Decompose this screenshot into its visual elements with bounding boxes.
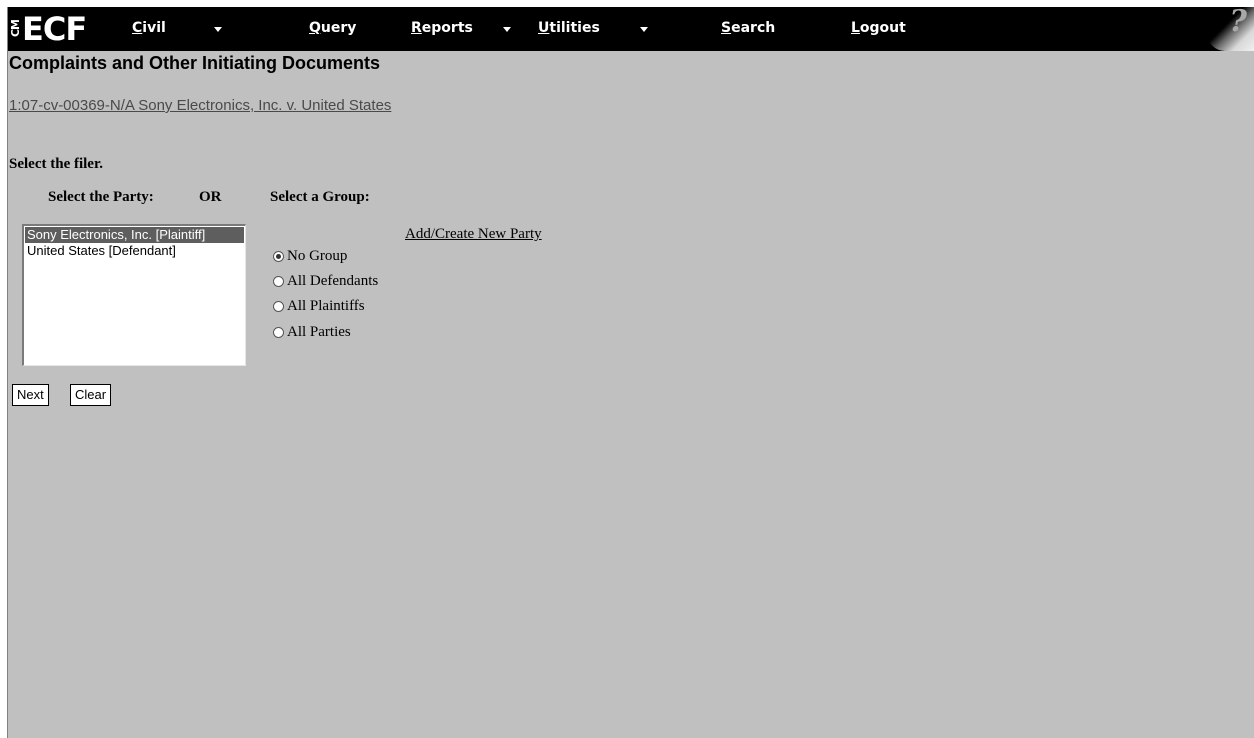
select-group-label: Select a Group: bbox=[270, 189, 370, 205]
menu-search-label: earch bbox=[731, 20, 776, 36]
radio-checked-icon[interactable] bbox=[273, 251, 284, 262]
menu-reports-accesskey: R bbox=[411, 20, 422, 36]
menu-query-accesskey: Q bbox=[309, 20, 321, 36]
party-listbox[interactable]: Sony Electronics, Inc. [Plaintiff] Unite… bbox=[22, 224, 246, 366]
help-icon: ? bbox=[1229, 7, 1247, 39]
radio-icon[interactable] bbox=[273, 327, 284, 338]
next-button[interactable]: Next bbox=[12, 384, 49, 406]
or-label: OR bbox=[199, 189, 222, 205]
radio-icon[interactable] bbox=[273, 276, 284, 287]
group-radio-label: All Plaintiffs bbox=[287, 298, 365, 314]
menu-search[interactable]: Search bbox=[721, 20, 775, 36]
group-radio-label: All Defendants bbox=[287, 273, 379, 289]
case-number-link[interactable]: 1:07-cv-00369-N/A Sony Electronics, Inc.… bbox=[9, 97, 391, 114]
menu-reports-label: eports bbox=[421, 20, 473, 36]
page-frame: CM ECF Civil Query Reports Utilities Sea… bbox=[7, 7, 1254, 738]
menu-logout-label: ogout bbox=[859, 20, 906, 36]
menu-query-label: uery bbox=[320, 20, 357, 36]
logo-cm: CM bbox=[9, 20, 22, 38]
civil-dropdown-icon[interactable] bbox=[214, 27, 222, 32]
group-radio-no-group[interactable]: No Group bbox=[273, 248, 347, 265]
select-party-label: Select the Party: bbox=[48, 189, 154, 205]
menu-bar: CM ECF Civil Query Reports Utilities Sea… bbox=[8, 7, 1254, 51]
reports-dropdown-icon[interactable] bbox=[503, 27, 511, 32]
utilities-dropdown-icon[interactable] bbox=[640, 27, 648, 32]
select-filer-prompt: Select the filer. bbox=[9, 156, 103, 172]
menu-logout-accesskey: L bbox=[851, 20, 860, 36]
menu-utilities[interactable]: Utilities bbox=[538, 20, 600, 36]
group-radio-label: No Group bbox=[287, 248, 348, 264]
radio-icon[interactable] bbox=[273, 301, 284, 312]
menu-search-accesskey: S bbox=[721, 20, 732, 36]
add-create-party-link[interactable]: Add/Create New Party bbox=[405, 226, 542, 243]
menu-civil-accesskey: C bbox=[132, 20, 143, 36]
page-title: Complaints and Other Initiating Document… bbox=[9, 53, 381, 73]
menu-reports[interactable]: Reports bbox=[411, 20, 473, 36]
menu-query[interactable]: Query bbox=[309, 20, 356, 36]
menu-utilities-label: tilities bbox=[549, 20, 600, 36]
logo-ecf: ECF bbox=[22, 10, 87, 48]
group-radio-all-parties[interactable]: All Parties bbox=[273, 324, 351, 341]
party-option-united-states[interactable]: United States [Defendant] bbox=[25, 243, 244, 259]
menu-civil[interactable]: Civil bbox=[132, 20, 166, 36]
menu-utilities-accesskey: U bbox=[538, 20, 550, 36]
help-button[interactable]: ? bbox=[1207, 7, 1254, 51]
menu-logout[interactable]: Logout bbox=[851, 20, 906, 36]
clear-button[interactable]: Clear bbox=[70, 384, 112, 406]
group-radio-all-plaintiffs[interactable]: All Plaintiffs bbox=[273, 298, 365, 315]
group-radio-all-defendants[interactable]: All Defendants bbox=[273, 273, 378, 290]
party-option-sony[interactable]: Sony Electronics, Inc. [Plaintiff] bbox=[25, 227, 244, 243]
cmecf-logo[interactable]: CM ECF bbox=[9, 9, 87, 49]
menu-civil-label: ivil bbox=[142, 20, 166, 36]
group-radio-label: All Parties bbox=[287, 324, 351, 340]
